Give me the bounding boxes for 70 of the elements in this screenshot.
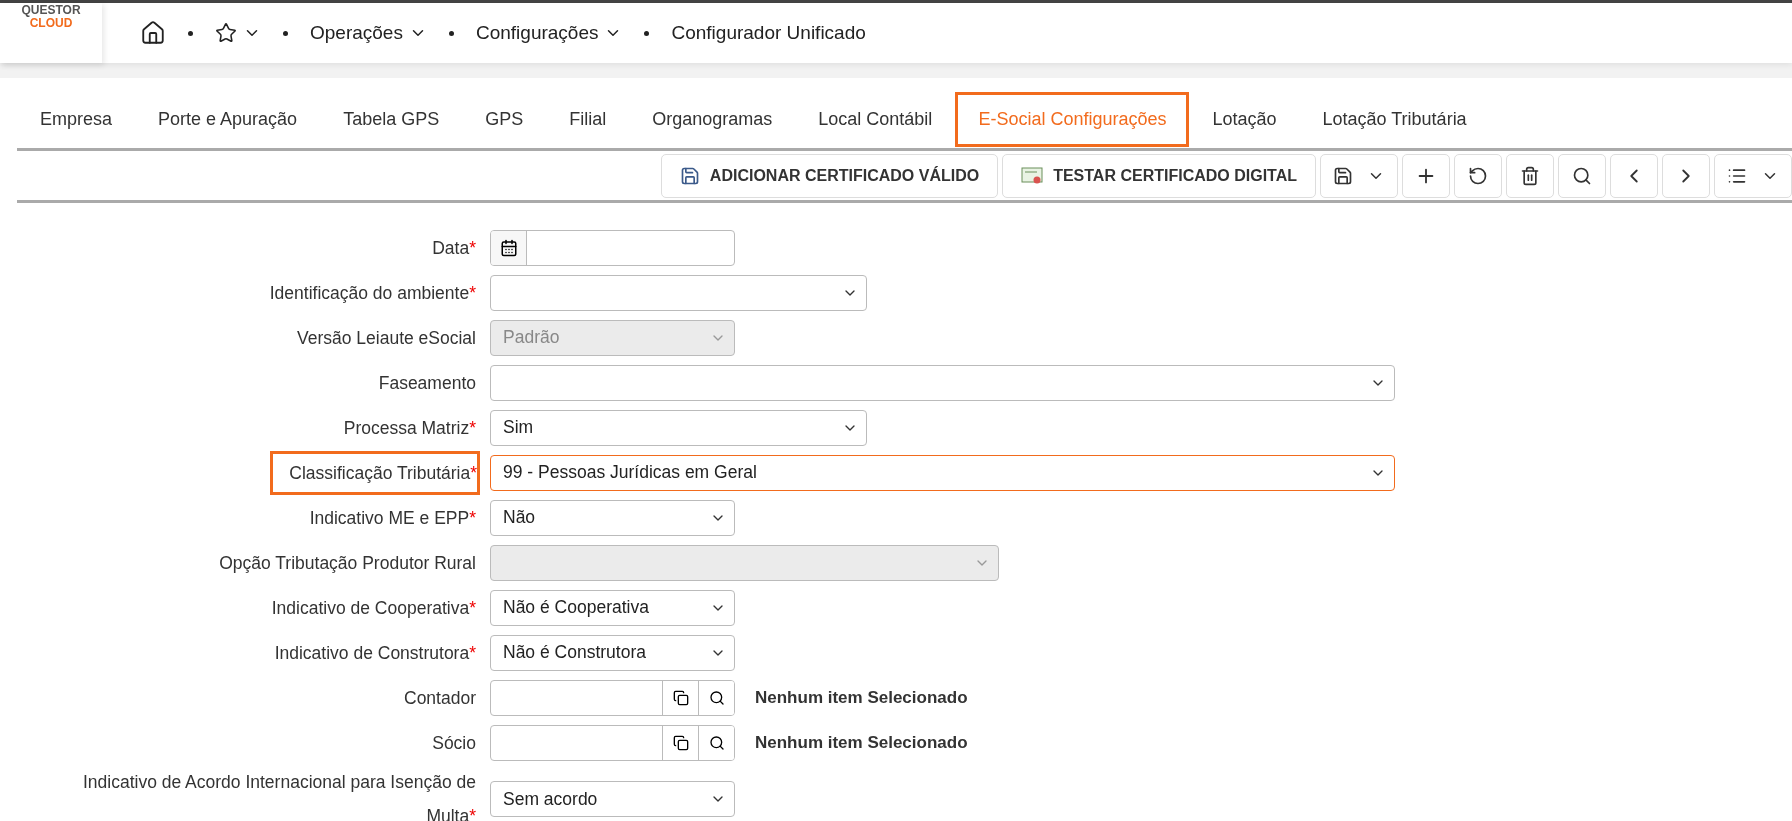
- search-button[interactable]: [698, 725, 734, 760]
- search-icon: [1572, 166, 1592, 186]
- select-field[interactable]: Não: [490, 499, 735, 536]
- icon-button[interactable]: [1506, 154, 1554, 198]
- breadcrumb-label: Configurações: [475, 22, 599, 44]
- copy-icon: [672, 734, 689, 751]
- icon-button[interactable]: [1402, 154, 1450, 198]
- home-icon: [140, 20, 166, 46]
- field-label: Sócio: [431, 731, 477, 755]
- save-icon: [1333, 166, 1353, 186]
- logo: QUESTOR CLOUD: [0, 3, 102, 63]
- tab[interactable]: Filial: [546, 92, 630, 147]
- field-label: Data*: [431, 236, 477, 260]
- tab[interactable]: Organogramas: [629, 92, 796, 147]
- calendar-icon: [499, 238, 518, 257]
- star-icon: [215, 22, 237, 44]
- lookup-field[interactable]: [490, 724, 735, 761]
- select-field[interactable]: Não é Construtora: [490, 634, 735, 671]
- tab[interactable]: Lotação: [1189, 92, 1300, 147]
- icon-button[interactable]: [1454, 154, 1502, 198]
- icon-button[interactable]: [1320, 154, 1398, 198]
- select-field[interactable]: Sem acordo: [490, 781, 735, 817]
- selection-status: Nenhum item Selecionado: [755, 687, 968, 708]
- selection-status: Nenhum item Selecionado: [755, 732, 968, 753]
- search-button[interactable]: [698, 680, 734, 715]
- toolbar-button[interactable]: TESTAR CERTIFICADO DIGITAL: [1002, 154, 1316, 198]
- search-icon: [708, 734, 725, 751]
- breadcrumb-menu[interactable]: Operações: [310, 22, 427, 44]
- tab[interactable]: Lotação Tributária: [1299, 92, 1490, 147]
- select-field[interactable]: [490, 274, 867, 311]
- tab[interactable]: GPS: [462, 92, 547, 147]
- lookup-field[interactable]: [490, 679, 735, 716]
- date-field[interactable]: [490, 229, 735, 266]
- field-label: Faseamento: [377, 371, 477, 395]
- tab[interactable]: Porte e Apuração: [135, 92, 321, 147]
- breadcrumb-label: Operações: [310, 22, 403, 44]
- select-field[interactable]: [490, 364, 1395, 401]
- tab[interactable]: Empresa: [17, 92, 136, 147]
- trash-icon: [1520, 166, 1540, 186]
- certificate-icon: [1021, 166, 1044, 186]
- select-field[interactable]: Não é Cooperativa: [490, 589, 735, 626]
- field-label: Identificação do ambiente*: [268, 281, 477, 305]
- field-label: Indicativo de Cooperativa*: [270, 596, 477, 620]
- tab[interactable]: Tabela GPS: [320, 92, 463, 147]
- undo-icon: [1468, 166, 1488, 186]
- separator-dot: [283, 30, 288, 36]
- copy-icon: [672, 689, 689, 706]
- search-icon: [708, 689, 725, 706]
- select-field[interactable]: Sim: [490, 409, 867, 446]
- field-label: Opção Tributação Produtor Rural: [218, 551, 477, 575]
- field-label: Indicativo ME e EPP*: [308, 506, 477, 530]
- field-label: Classificação Tributária*: [270, 450, 480, 495]
- toolbar-button[interactable]: ADICIONAR CERTIFICADO VÁLIDO: [660, 154, 999, 198]
- separator-dot: [644, 30, 650, 36]
- breadcrumb-menu[interactable]: Configurações: [475, 22, 623, 44]
- list-icon: [1727, 166, 1747, 186]
- home-button[interactable]: [140, 20, 166, 46]
- field-label: Indicativo de Construtora*: [273, 641, 477, 665]
- field-label: Contador: [403, 686, 477, 710]
- separator-dot: [188, 30, 193, 36]
- field-label: Versão Leiaute eSocial: [295, 326, 477, 350]
- calendar-button[interactable]: [491, 230, 527, 265]
- floppy-icon: [679, 166, 700, 186]
- field-label: Processa Matriz*: [342, 416, 477, 440]
- tab[interactable]: Local Contábil: [795, 92, 956, 147]
- icon-button[interactable]: [1714, 154, 1792, 198]
- icon-button[interactable]: [1558, 154, 1606, 198]
- breadcrumb-current: Configurador Unificado: [671, 22, 866, 44]
- select-field[interactable]: 99 - Pessoas Jurídicas em Geral: [490, 454, 1395, 491]
- separator-dot: [448, 30, 454, 36]
